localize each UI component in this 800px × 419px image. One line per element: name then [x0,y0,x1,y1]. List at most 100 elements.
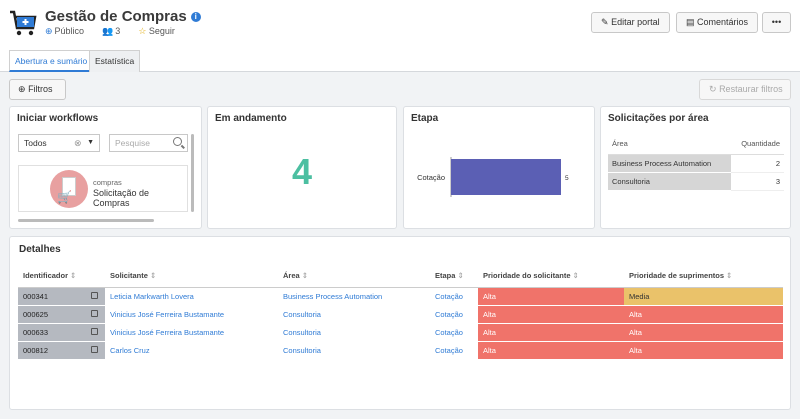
sort-icon: ⇕ [572,271,579,281]
tab-label: Abertura e sumário [15,56,88,66]
quantity-cell: 3 [730,172,784,191]
follow-button[interactable]: ☆ Seguir [138,26,175,37]
table-row[interactable]: 000341 Leticia Markwarth Lovera Business… [18,287,783,306]
follow-label: Seguir [148,26,175,36]
members-count: 3 [115,26,121,36]
requester-link[interactable]: Vinicius José Ferreira Bustamante [105,323,278,342]
workflow-category: compras [93,178,122,187]
area-link[interactable]: Consultoria [278,341,430,360]
external-link-icon[interactable] [91,327,98,335]
table-row[interactable]: Business Process Automation 2 [608,154,784,173]
reset-filters-button[interactable]: ↻ Restaurar filtros [699,79,791,100]
id-cell[interactable]: 000625 [18,305,105,324]
category-label: Cotação [417,173,445,182]
bar-0[interactable] [451,159,561,195]
data-label: 5 [565,175,569,182]
pencil-icon: ✎ [601,17,609,27]
info-icon[interactable]: i [190,12,201,22]
area-cell: Business Process Automation [608,154,731,173]
stage-chart-card: Etapa Cotação 5 [403,106,595,229]
supply-priority-cell: Media [624,287,783,306]
workflow-category-select[interactable]: Todos ⊗ ▼ [18,134,100,152]
sort-icon: ⇕ [726,271,733,281]
column-label: Etapa [435,271,456,281]
requester-link[interactable]: Leticia Markwarth Lovera [105,287,278,306]
table-row[interactable]: Consultoria 3 [608,172,784,191]
area-link[interactable]: Consultoria [278,323,430,342]
quantity-cell: 2 [730,154,784,173]
cart-icon: 🛒 [57,190,72,204]
column-label: Prioridade de suprimentos [629,271,725,281]
requester-priority-cell: Alta [478,323,624,342]
in-progress-card: Em andamento 4 [207,106,397,229]
clear-icon[interactable]: ⊗ [74,135,82,151]
table-row[interactable]: 000812 Carlos Cruz Consultoria Cotação A… [18,341,783,360]
shopping-cart-logo-icon [10,10,37,36]
supply-priority-cell: Alta [624,341,783,360]
column-header-etapa[interactable]: Etapa ⇕ [430,265,478,288]
area-link[interactable]: Consultoria [278,305,430,324]
vertical-scrollbar[interactable] [191,134,194,212]
in-progress-count[interactable]: 4 [208,151,396,193]
workflow-name: Solicitação de Compras [93,188,150,208]
portal-header: Gestão de Compras i ⊕ Público 👥 3 ☆ Seguir … [0,0,800,47]
column-label: Área [283,271,300,281]
card-title: Solicitações por área [608,113,709,124]
edit-portal-button[interactable]: ✎ Editar portal [591,12,670,33]
id-cell[interactable]: 000812 [18,341,105,360]
visibility-indicator[interactable]: ⊕ Público [45,26,84,37]
ellipsis-icon: ••• [771,17,782,27]
sort-icon: ⇕ [301,271,308,281]
area-link[interactable]: Business Process Automation [278,287,430,306]
area-cell: Consultoria [608,172,731,191]
supply-priority-cell: Alta [624,305,783,324]
external-link-icon[interactable] [91,291,98,299]
requester-priority-cell: Alta [478,305,624,324]
column-header-identificador[interactable]: Identificador ⇕ [18,265,105,288]
stage-link[interactable]: Cotação [430,323,478,342]
more-options-button[interactable]: ••• [762,12,791,33]
id-text: 000812 [23,345,49,355]
column-header-prioridade-solicitante[interactable]: Prioridade do solicitante ⇕ [478,265,624,288]
external-link-icon[interactable] [91,309,98,317]
id-cell[interactable]: 000633 [18,323,105,342]
members-indicator[interactable]: 👥 3 [102,26,120,37]
workflow-avatar: 🛒 [50,170,88,208]
workflow-search-input[interactable]: Pesquise [109,134,188,152]
column-header-solicitante[interactable]: Solicitante ⇕ [105,265,278,288]
stage-link[interactable]: Cotação [430,341,478,360]
column-header-area[interactable]: Área [608,134,731,155]
requester-priority-cell: Alta [478,341,624,360]
table-row[interactable]: 000625 Vinicius José Ferreira Bustamante… [18,305,783,324]
portal-meta: ⊕ Público 👥 3 ☆ Seguir [45,26,175,37]
horizontal-scrollbar[interactable] [18,219,154,222]
filters-button[interactable]: ⊕ Filtros [9,79,66,100]
requester-link[interactable]: Carlos Cruz [105,341,278,360]
stage-link[interactable]: Cotação [430,287,478,306]
table-row[interactable]: 000633 Vinicius José Ferreira Bustamante… [18,323,783,342]
visibility-label: Público [54,26,85,36]
id-cell[interactable]: 000341 [18,287,105,306]
caret-down-icon: ▼ [87,139,94,146]
column-header-prioridade-suprimentos[interactable]: Prioridade de suprimentos ⇕ [624,265,783,288]
column-header-quantity[interactable]: Quantidade [730,134,784,155]
tab-estatistica[interactable]: Estatística [89,50,141,72]
page-title: Gestão de Compras i [45,8,201,25]
column-header-area[interactable]: Área ⇕ [278,265,430,288]
start-workflows-card: Iniciar workflows Todos ⊗ ▼ Pesquise 🛒 com… [9,106,202,229]
tab-abertura-sumario[interactable]: Abertura e sumário [9,50,94,72]
search-placeholder: Pesquise [115,138,150,148]
column-label: Prioridade do solicitante [483,271,571,281]
reset-filters-label: Restaurar filtros [719,84,783,94]
requests-by-area-card: Solicitações por área Área Quantidade Bu… [600,106,791,229]
external-link-icon[interactable] [91,345,98,353]
sort-icon: ⇕ [70,271,77,281]
star-icon: ☆ [138,26,147,36]
workflow-item-solicitacao-compras[interactable]: 🛒 compras Solicitação de Compras [18,165,188,212]
edit-portal-label: Editar portal [611,17,660,27]
stage-bar-chart: Cotação 5 [417,157,569,197]
requester-link[interactable]: Vinicius José Ferreira Bustamante [105,305,278,324]
comments-button[interactable]: ▤ Comentários [676,12,759,33]
card-title: Em andamento [215,113,287,124]
stage-link[interactable]: Cotação [430,305,478,324]
